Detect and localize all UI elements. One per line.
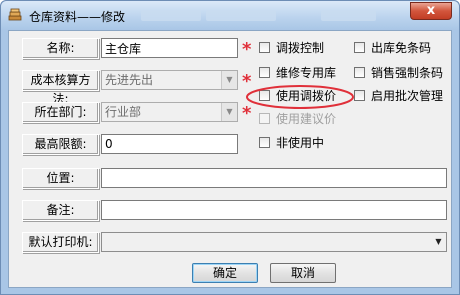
window-title: 仓库资料——修改 — [29, 10, 126, 24]
department-value: 行业部 — [105, 105, 142, 119]
cost-method-select[interactable]: 先进先出 — [101, 70, 238, 90]
maintenance-warehouse-checkbox[interactable]: 维修专用库 — [259, 66, 336, 82]
max-limit-field[interactable] — [101, 134, 238, 154]
department-select[interactable]: 行业部 — [101, 102, 238, 122]
checkbox-box[interactable] — [259, 113, 270, 124]
default-printer-label: 默认打印机: — [22, 232, 99, 253]
required-mark: * — [242, 39, 252, 60]
checkbox-label: 非使用中 — [276, 136, 325, 150]
cancel-button[interactable]: 取消 — [270, 263, 336, 283]
checkbox-box[interactable] — [354, 42, 365, 53]
title-decoration — [321, 10, 376, 21]
checkbox-label: 启用批次管理 — [371, 89, 444, 103]
chevron-down-icon[interactable]: ▼ — [221, 71, 237, 89]
exempt-outbound-code-checkbox[interactable]: 出库免条码 — [354, 41, 431, 57]
checkbox-box[interactable] — [259, 137, 270, 148]
checkbox-label: 使用建议价 — [276, 112, 337, 126]
sales-force-barcode-checkbox[interactable]: 销售强制条码 — [354, 66, 443, 82]
transfer-control-checkbox[interactable]: 调拨控制 — [259, 41, 324, 57]
name-label: 名称: — [22, 38, 99, 59]
dialog-window: 仓库资料——修改 x 名称: * 成本核算方法: 先进先出 ▼ * 所在部门: … — [0, 0, 460, 295]
cost-method-label: 成本核算方法: — [22, 70, 99, 106]
default-printer-select[interactable] — [101, 232, 447, 252]
chevron-down-icon[interactable]: ▼ — [221, 103, 237, 121]
cost-method-value: 先进先出 — [105, 73, 154, 87]
checkbox-box[interactable] — [259, 67, 270, 78]
title-decoration — [206, 10, 276, 21]
checkbox-label: 维修专用库 — [276, 66, 337, 80]
checkbox-label: 出库免条码 — [371, 41, 432, 55]
chevron-down-icon[interactable]: ▼ — [432, 234, 445, 250]
department-label: 所在部门: — [22, 102, 99, 123]
name-field[interactable] — [101, 38, 238, 58]
checkbox-label: 调拨控制 — [276, 41, 325, 55]
title-decoration — [141, 10, 201, 21]
highlight-ellipse — [246, 85, 354, 109]
max-limit-label: 最高限额: — [22, 134, 99, 155]
remarks-label: 备注: — [22, 200, 99, 221]
stack-icon — [8, 8, 22, 21]
checkbox-box[interactable] — [354, 90, 365, 101]
use-suggested-price-checkbox[interactable]: 使用建议价 — [259, 112, 336, 128]
remarks-field[interactable] — [101, 200, 447, 220]
checkbox-label: 销售强制条码 — [371, 66, 444, 80]
not-in-use-checkbox[interactable]: 非使用中 — [259, 136, 324, 152]
title-bar[interactable]: 仓库资料——修改 x — [1, 1, 459, 30]
close-button[interactable]: x — [410, 2, 452, 20]
form-panel: 名称: * 成本核算方法: 先进先出 ▼ * 所在部门: 行业部 ▼ * 最高限… — [8, 30, 452, 288]
enable-batch-management-checkbox[interactable]: 启用批次管理 — [354, 89, 443, 105]
ok-button[interactable]: 确定 — [192, 263, 258, 283]
checkbox-box[interactable] — [259, 42, 270, 53]
checkbox-box[interactable] — [354, 67, 365, 78]
location-label: 位置: — [22, 168, 99, 189]
location-field[interactable] — [101, 168, 447, 188]
